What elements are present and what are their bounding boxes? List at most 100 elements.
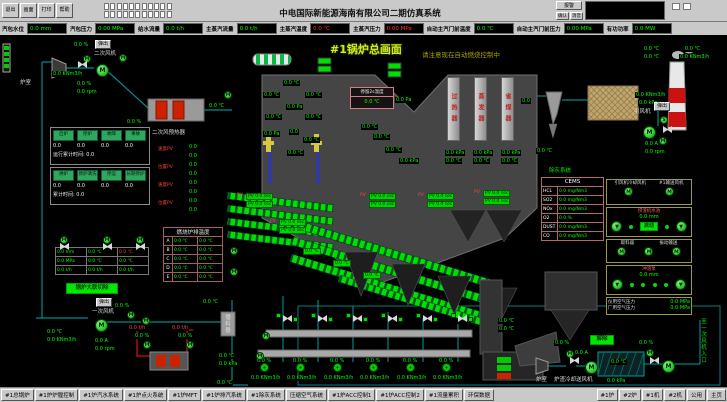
- motor-indicator[interactable]: M: [672, 247, 681, 256]
- tab-5[interactable]: #1炉MFT: [168, 389, 201, 401]
- motor-indicator[interactable]: S: [660, 116, 668, 124]
- motor-indicator[interactable]: M: [262, 332, 270, 340]
- motor-indicator[interactable]: M: [143, 341, 151, 349]
- tab-1[interactable]: #1总锅炉: [1, 389, 34, 401]
- ops-button[interactable]: 事故: [125, 130, 146, 141]
- status-dot: [630, 283, 634, 287]
- air-pressure-value: 0.0 MPa: [670, 305, 690, 311]
- readout: 0.0 ℃: [303, 137, 320, 143]
- quick-tab-4[interactable]: #2机: [664, 389, 686, 401]
- auto-combustion-notice: 请注意现在自动燃烧控制中: [422, 49, 500, 59]
- pump-indicator[interactable]: ▼: [611, 221, 622, 232]
- quick-tab-5[interactable]: 公用: [687, 389, 706, 401]
- quick-tab-2[interactable]: #2炉: [619, 389, 641, 401]
- ops-button[interactable]: 停炉: [77, 130, 98, 141]
- status-label: 有功功率: [607, 25, 629, 33]
- motor-indicator[interactable]: M: [224, 91, 232, 99]
- ops-button[interactable]: 烘炉: [53, 170, 74, 181]
- titlebar-button-1[interactable]: 退出: [2, 3, 19, 18]
- feedwater-cell: 0.0 t/h: [87, 266, 118, 275]
- table-row: DUST0.0 mg/Nm3: [542, 223, 604, 232]
- tab-4[interactable]: #1炉点火系统: [124, 389, 168, 401]
- damper-indicator[interactable]: [296, 363, 305, 372]
- tab-6[interactable]: #1炉排汽系统: [202, 389, 246, 401]
- diagram-label: 炉室: [20, 80, 31, 86]
- release-button[interactable]: 解除: [590, 335, 614, 345]
- damper-indicator[interactable]: [260, 363, 269, 372]
- motor-indicator[interactable]: M: [186, 341, 194, 349]
- motor-indicator[interactable]: M: [119, 54, 127, 62]
- grate-temp-value: 0.0 ℃: [198, 264, 223, 273]
- tab-7[interactable]: #1除灰系统: [247, 389, 285, 401]
- titlebar-button-3[interactable]: 打印: [38, 3, 55, 18]
- quick-tab-6[interactable]: 主页: [707, 389, 726, 401]
- titlebar-button-2[interactable]: 画面: [20, 3, 37, 18]
- alarm-grid-cell: [123, 3, 128, 10]
- quick-tab-1[interactable]: #1炉: [597, 389, 619, 401]
- readout: 0.0 %: [638, 340, 654, 346]
- motor-indicator[interactable]: M: [83, 55, 91, 63]
- tab-2[interactable]: #1炉炉膛控制: [35, 389, 79, 401]
- motor-indicator[interactable]: M: [95, 319, 108, 332]
- tab-11[interactable]: #1流量累积: [425, 389, 463, 401]
- motor-indicator[interactable]: M: [136, 236, 144, 244]
- alarm-button[interactable]: 报警: [556, 1, 582, 10]
- tab-10[interactable]: #1炉ACC控制2: [376, 389, 423, 401]
- ops-button[interactable]: 停运: [101, 170, 122, 181]
- motor-indicator[interactable]: M: [617, 247, 626, 256]
- motor-indicator[interactable]: M: [643, 126, 656, 139]
- popup-button[interactable]: 弹出: [654, 102, 670, 111]
- readout: 0.0 ℃: [643, 46, 660, 52]
- motor-indicator[interactable]: M: [103, 236, 111, 244]
- motor-indicator[interactable]: M: [127, 311, 135, 319]
- status-label: 自动主汽门前温度: [427, 25, 471, 33]
- titlebar-button-4[interactable]: 帮助: [56, 3, 73, 18]
- table-row: A0.0 ℃0.0 ℃: [164, 237, 223, 246]
- tab-9[interactable]: #1炉ACC控制1: [328, 389, 375, 401]
- indicator-cell: [672, 3, 680, 10]
- popup-button[interactable]: 弹出: [95, 40, 111, 49]
- motor-indicator[interactable]: M: [585, 361, 598, 374]
- motor-indicator[interactable]: M: [624, 187, 633, 196]
- readout: 0.0 KNm3/h: [52, 71, 83, 77]
- ops-button[interactable]: 故障: [101, 130, 122, 141]
- motor-indicator[interactable]: M: [60, 236, 68, 244]
- ack-button[interactable]: 确认: [556, 12, 569, 20]
- pump-indicator[interactable]: ▼: [612, 279, 623, 290]
- diagram-label: 至一次风机入口: [700, 318, 706, 364]
- motor-indicator[interactable]: M: [230, 247, 238, 255]
- motor-indicator[interactable]: M: [644, 247, 653, 256]
- alarm-grid-cell: [123, 11, 128, 18]
- motor-indicator[interactable]: M: [256, 352, 264, 360]
- motor-indicator[interactable]: M: [662, 360, 675, 373]
- boiler-interlock-cutoff-button[interactable]: 锅炉大联切除: [66, 283, 118, 294]
- diagram-label: 一次风机: [92, 309, 114, 315]
- tab-8[interactable]: 压缩空气系统: [286, 389, 327, 401]
- readout: 0.0 ℃: [202, 299, 219, 305]
- ops-button[interactable]: 长期停炉: [125, 170, 146, 181]
- start-button[interactable]: 启动: [640, 222, 658, 231]
- motor-indicator[interactable]: M: [665, 187, 674, 196]
- damper-indicator[interactable]: [333, 363, 342, 372]
- motor-indicator[interactable]: M: [646, 349, 654, 357]
- motor-indicator[interactable]: M: [142, 317, 150, 325]
- damper-indicator[interactable]: [369, 363, 378, 372]
- popup-button[interactable]: 弹出: [96, 298, 112, 307]
- quick-tab-3[interactable]: #1机: [642, 389, 664, 401]
- damper-indicator[interactable]: [406, 363, 415, 372]
- motor-indicator[interactable]: M: [659, 137, 667, 145]
- tab-12[interactable]: 环保数据: [464, 389, 494, 401]
- status-value: 0.0 ℃: [474, 23, 514, 34]
- motor-indicator[interactable]: M: [96, 64, 109, 77]
- pump-indicator[interactable]: ▼: [675, 279, 686, 290]
- motor-indicator[interactable]: M: [566, 350, 574, 358]
- ops-button[interactable]: 停炉清洗: [77, 170, 98, 181]
- tab-3[interactable]: #1炉汽水系统: [79, 389, 123, 401]
- damper-indicator[interactable]: [442, 363, 451, 372]
- mute-button[interactable]: 消音: [570, 12, 583, 20]
- grate-row-id: D: [164, 264, 173, 273]
- diagram-label: 炉室: [536, 377, 547, 383]
- ops-button[interactable]: 启炉: [53, 130, 74, 141]
- pump-indicator[interactable]: ▼: [676, 221, 687, 232]
- motor-indicator[interactable]: M: [230, 268, 238, 276]
